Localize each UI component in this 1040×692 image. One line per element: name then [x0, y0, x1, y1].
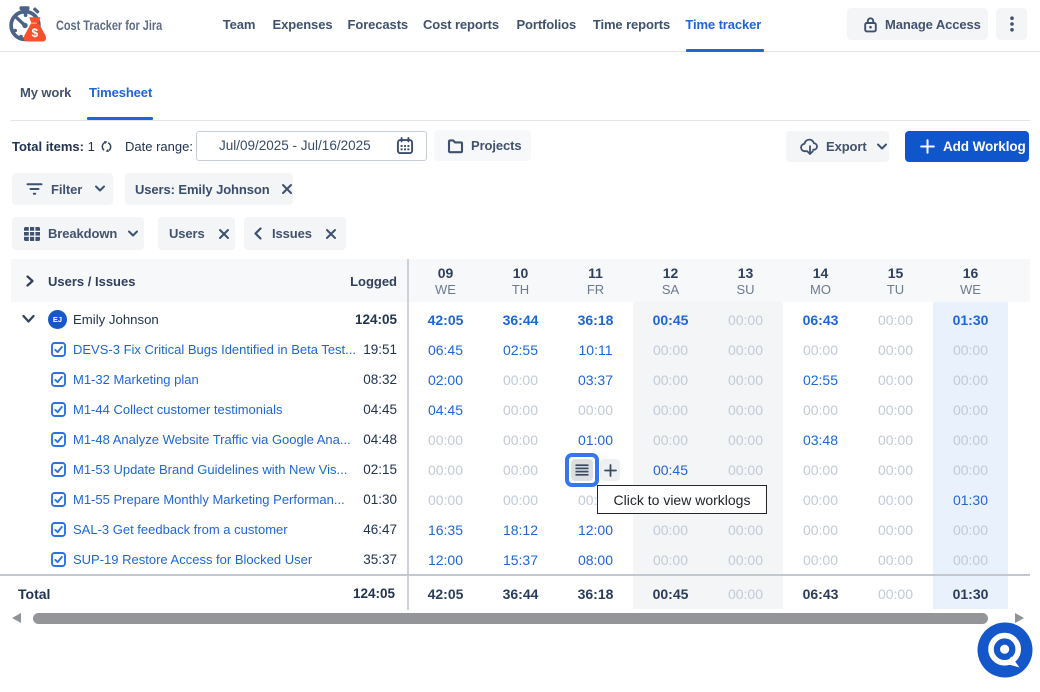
svg-text:$: $ [32, 26, 39, 40]
